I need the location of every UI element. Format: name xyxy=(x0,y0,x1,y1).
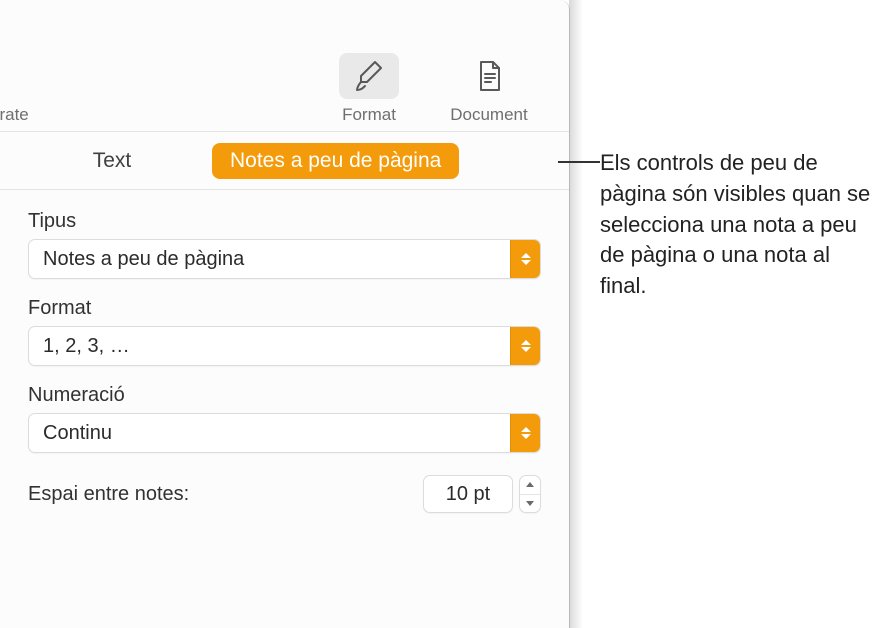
updown-arrows-icon xyxy=(510,327,540,365)
toolbar-item-collaborate-partial[interactable]: orate xyxy=(0,53,50,125)
tab-label: Notes a peu de pàgina xyxy=(230,149,441,172)
inspector-tabs: Text Notes a peu de pàgina xyxy=(0,132,569,190)
format-popup[interactable]: 1, 2, 3, … xyxy=(28,326,541,366)
inspector-panel: orate Format xyxy=(0,0,570,628)
stepper-up-button[interactable] xyxy=(520,476,540,494)
callout-leader-line xyxy=(558,161,600,163)
toolbar: orate Format xyxy=(0,0,569,132)
toolbar-item-label: orate xyxy=(0,105,29,125)
spacing-stepper-arrows xyxy=(519,475,541,513)
stepper-down-button[interactable] xyxy=(520,494,540,513)
format-label: Format xyxy=(28,297,541,320)
updown-arrows-icon xyxy=(510,414,540,452)
toolbar-item-label: Document xyxy=(450,105,527,125)
type-popup[interactable]: Notes a peu de pàgina xyxy=(28,239,541,279)
numbering-popup[interactable]: Continu xyxy=(28,413,541,453)
footnotes-form: Tipus Notes a peu de pàgina Format 1, 2,… xyxy=(0,190,569,513)
spacing-stepper: 10 pt xyxy=(423,475,541,513)
updown-arrows-icon xyxy=(510,240,540,278)
type-label: Tipus xyxy=(28,210,541,233)
numbering-label: Numeració xyxy=(28,384,541,407)
document-icon xyxy=(459,53,519,99)
tab-footnotes[interactable]: Notes a peu de pàgina xyxy=(212,143,459,179)
toolbar-item-format[interactable]: Format xyxy=(309,53,429,125)
toolbar-item-document[interactable]: Document xyxy=(429,53,549,125)
callout-text: Els controls de peu de pàgina són visibl… xyxy=(600,148,880,302)
tab-text[interactable]: Text xyxy=(12,143,212,179)
type-popup-value: Notes a peu de pàgina xyxy=(29,240,510,278)
toolbar-item-label: Format xyxy=(342,105,396,125)
numbering-popup-value: Continu xyxy=(29,414,510,452)
format-popup-value: 1, 2, 3, … xyxy=(29,327,510,365)
spacing-label: Espai entre notes: xyxy=(28,483,423,506)
spacing-row: Espai entre notes: 10 pt xyxy=(28,475,541,513)
tab-label: Text xyxy=(93,149,132,172)
paintbrush-icon xyxy=(339,53,399,99)
spacing-value-field[interactable]: 10 pt xyxy=(423,475,513,513)
